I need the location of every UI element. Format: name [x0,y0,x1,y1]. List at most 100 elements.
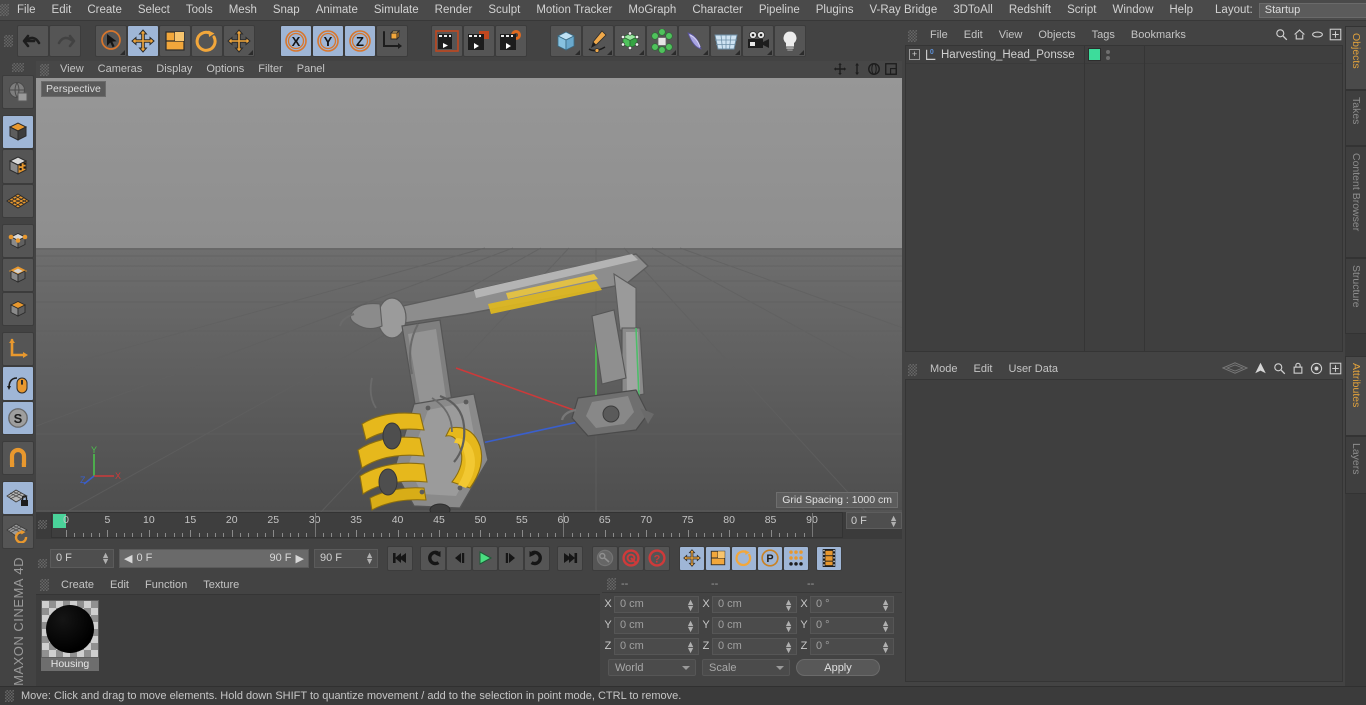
button-options-corner[interactable] [703,50,708,55]
go-to-start-button[interactable] [387,545,413,571]
button-options-corner[interactable] [120,50,125,55]
coordinates-grip[interactable] [607,578,616,590]
coordinate-system-dropdown[interactable]: World [608,659,696,676]
menu-item-3dtoall[interactable]: 3DToAll [945,0,1001,21]
coord-rotation-x-field[interactable]: 0 ° ▲ ▼ [810,595,894,613]
layout-select[interactable]: Startup [1258,2,1366,18]
object-menu-tags[interactable]: Tags [1084,26,1123,45]
menu-item-simulate[interactable]: Simulate [366,0,427,21]
button-options-corner[interactable] [671,50,676,55]
current-frame-field[interactable]: 0 F ▲ ▼ [50,548,114,568]
object-menu-file[interactable]: File [922,26,956,45]
object-menu-edit[interactable]: Edit [956,26,991,45]
tab-takes[interactable]: Takes [1345,90,1366,146]
attribute-menu-user-data[interactable]: User Data [1001,360,1067,379]
spinner-icon[interactable]: ▲ ▼ [784,618,793,633]
menu-item-select[interactable]: Select [130,0,178,21]
lock-y-axis-button[interactable]: Y [312,25,344,57]
target-icon[interactable] [1310,362,1323,378]
attribute-manager-grip[interactable] [908,363,917,376]
rotate-view-icon[interactable] [867,62,881,79]
lock-icon[interactable] [1292,361,1304,378]
menu-item-file[interactable]: File [9,0,44,21]
rotate-tool[interactable] [191,25,223,57]
attribute-menu-edit[interactable]: Edit [966,360,1001,379]
range-right-arrow-icon[interactable]: ▶ [296,552,304,565]
attribute-menu-mode[interactable]: Mode [922,360,966,379]
tab-attributes[interactable]: Attributes [1345,356,1366,436]
timeline-ruler[interactable]: 051015202530354045505560657075808590 [51,512,843,538]
plus-box-icon[interactable] [1329,362,1342,378]
button-options-corner[interactable] [607,50,612,55]
menu-item-window[interactable]: Window [1104,0,1161,21]
material-name[interactable]: Housing [41,658,99,671]
add-camera-button[interactable] [742,25,774,57]
texture-mode-button[interactable] [2,149,34,184]
arrow-up-icon[interactable] [1254,361,1267,378]
planar-workplane-button[interactable] [2,514,34,550]
model-mode-button[interactable] [2,114,34,150]
lock-z-axis-button[interactable]: Z [344,25,376,57]
play-button[interactable] [472,545,498,571]
scale-tool[interactable] [159,25,191,57]
tab-content-browser[interactable]: Content Browser [1345,146,1366,258]
menu-item-create[interactable]: Create [79,0,130,21]
material-menu-function[interactable]: Function [137,576,195,594]
menu-item-tools[interactable]: Tools [178,0,221,21]
soft-selection-button[interactable]: S [2,400,34,435]
toolbar-grip[interactable] [4,35,13,47]
visibility-dots-icon[interactable] [1106,49,1110,60]
menu-item-redshift[interactable]: Redshift [1001,0,1059,21]
autokeying-button[interactable] [618,545,644,571]
viewport-grip[interactable] [40,63,49,76]
go-to-next-frame-button[interactable] [498,545,524,571]
workplane-lock-button[interactable] [2,480,34,515]
tab-layers[interactable]: Layers [1345,436,1366,494]
spinner-icon[interactable]: ▲ ▼ [686,639,695,654]
material-manager-grip[interactable] [40,579,49,591]
material-menu-texture[interactable]: Texture [195,576,247,594]
plus-box-icon[interactable] [1329,28,1342,44]
live-selection-tool[interactable] [95,25,127,57]
menu-item-mesh[interactable]: Mesh [221,0,265,21]
add-spline-button[interactable] [582,25,614,57]
go-to-next-keyframe-button[interactable] [524,545,550,571]
apply-button[interactable]: Apply [796,659,880,676]
menu-item-sculpt[interactable]: Sculpt [480,0,528,21]
viewport-menu-panel[interactable]: Panel [290,61,332,78]
go-to-end-button[interactable] [557,545,583,571]
viewport-menu-options[interactable]: Options [199,61,251,78]
transport-grip[interactable] [38,558,47,568]
add-nurbs-button[interactable] [614,25,646,57]
menu-item-pipeline[interactable]: Pipeline [751,0,808,21]
make-editable-button[interactable] [2,75,34,110]
button-options-corner[interactable] [767,50,772,55]
spinner-icon[interactable]: ▲ ▼ [881,639,890,654]
spinner-icon[interactable]: ▲ ▼ [686,597,695,612]
spinner-icon[interactable]: ▲ ▼ [784,597,793,612]
viewport-menu-view[interactable]: View [53,61,91,78]
home-icon[interactable] [1293,28,1306,44]
menu-grip[interactable] [0,4,9,16]
material-item[interactable]: Housing [41,600,99,671]
menu-item-plugins[interactable]: Plugins [808,0,862,21]
spinner-icon[interactable]: ▲ ▼ [881,618,890,633]
material-menu-create[interactable]: Create [53,576,102,594]
spinner-icon[interactable]: ▲ ▼ [365,550,374,565]
spinner-icon[interactable]: ▲ ▼ [686,618,695,633]
object-axis-mode-button[interactable] [2,332,34,367]
coord-size-x-field[interactable]: 0 cm ▲ ▼ [712,595,797,613]
menu-item-snap[interactable]: Snap [265,0,308,21]
redo-button[interactable] [49,25,81,57]
viewport-3d-canvas[interactable]: Y X Z Perspective Grid Spacing : 1000 cm [36,78,902,512]
menu-item-mograph[interactable]: MoGraph [620,0,684,21]
lock-x-axis-button[interactable]: X [280,25,312,57]
button-options-corner[interactable] [735,50,740,55]
spinner-icon[interactable]: ▲ ▼ [784,639,793,654]
render-to-picture-viewer-button[interactable] [463,25,495,57]
go-to-previous-keyframe-button[interactable] [420,545,446,571]
tab-structure[interactable]: Structure [1345,258,1366,334]
object-row[interactable]: + 0 Harvesting_Head_Ponsse [906,46,1342,64]
coord-size-y-field[interactable]: 0 cm ▲ ▼ [712,616,797,634]
viewport-menu-display[interactable]: Display [149,61,199,78]
